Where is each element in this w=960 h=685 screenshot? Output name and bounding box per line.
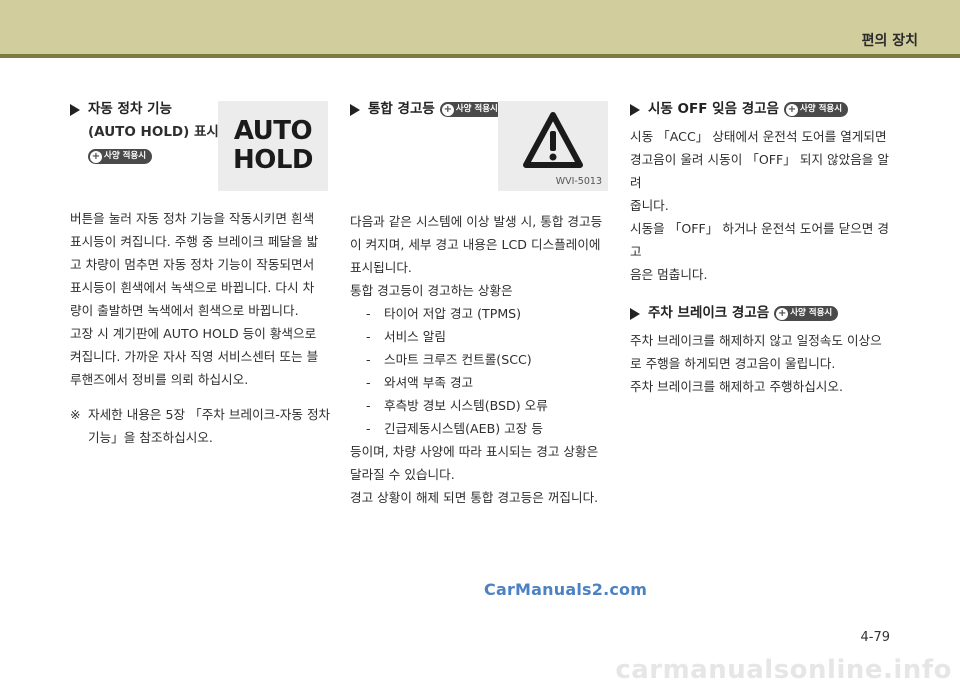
- reference-note: ※ 자세한 내용은 5장 「주차 브레이크-자동 정차 기능」을 참조하십시오.: [70, 403, 332, 449]
- master-warning-intro: 다음과 같은 시스템에 이상 발생 시, 통합 경고등 이 켜지며, 세부 경고…: [350, 214, 603, 298]
- watermark-link[interactable]: CarManuals2.com: [484, 580, 647, 599]
- triangle-bullet-icon: [630, 307, 640, 320]
- option-badge: + 사양 적용시: [783, 102, 849, 117]
- note-mark: ※: [70, 407, 81, 422]
- option-badge: + 사양 적용시: [439, 102, 504, 117]
- master-warning-outro: 등이며, 차량 사양에 따라 표시되는 경고 상황은 달라질 수 있습니다. 경…: [350, 444, 599, 505]
- footer-watermark: carmanualsonline.info: [615, 655, 952, 685]
- ignition-off-paragraph: 시동 「ACC」 상태에서 운전석 도어를 열게되면 경고음이 울려 시동이 「…: [630, 129, 889, 282]
- list-item: - 긴급제동시스템(AEB) 고장 등: [366, 421, 543, 436]
- ignition-off-heading: 시동 OFF 잊음 경고음 + 사양 적용시: [630, 98, 892, 121]
- plus-icon: +: [776, 307, 789, 320]
- plus-icon: +: [785, 103, 798, 116]
- plus-icon: +: [441, 103, 454, 116]
- option-badge: + 사양 적용시: [774, 306, 839, 321]
- list-item: - 와셔액 부족 경고: [366, 375, 474, 390]
- triangle-bullet-icon: [70, 103, 80, 116]
- master-warning-image: WVI-5013: [498, 101, 608, 191]
- header-rule: [0, 54, 960, 58]
- page-number: 4-79: [860, 630, 890, 645]
- section-title: 편의 장치: [861, 33, 918, 49]
- auto-hold-paragraph: 버튼을 눌러 자동 정차 기능을 작동시키면 흰색 표시등이 켜집니다. 주행 …: [70, 211, 319, 387]
- list-item: - 서비스 알림: [366, 329, 446, 344]
- triangle-bullet-icon: [630, 103, 640, 116]
- parking-brake-paragraph: 주차 브레이크를 해제하지 않고 일정속도 이상으 로 주행을 하게되면 경고음…: [630, 333, 882, 394]
- auto-hold-indicator-image: AUTO HOLD: [218, 101, 328, 191]
- triangle-bullet-icon: [350, 103, 360, 116]
- parking-brake-heading: 주차 브레이크 경고음 + 사양 적용시: [630, 302, 892, 325]
- list-item: - 스마트 크루즈 컨트롤(SCC): [366, 352, 532, 367]
- header-band: [0, 0, 960, 54]
- option-badge: + 사양 적용시: [88, 149, 153, 164]
- list-item: - 후측방 경보 시스템(BSD) 오류: [366, 398, 548, 413]
- image-code: WVI-5013: [555, 176, 602, 187]
- column-warning-chimes: 시동 OFF 잊음 경고음 + 사양 적용시 시동 「ACC」 상태에서 운전석 …: [630, 98, 892, 398]
- plus-icon: +: [90, 150, 102, 163]
- warning-list: - 타이어 저압 경고 (TPMS) - 서비스 알림 - 스마트 크루즈 컨트롤(S…: [350, 302, 612, 440]
- list-item: - 타이어 저압 경고 (TPMS): [366, 306, 522, 321]
